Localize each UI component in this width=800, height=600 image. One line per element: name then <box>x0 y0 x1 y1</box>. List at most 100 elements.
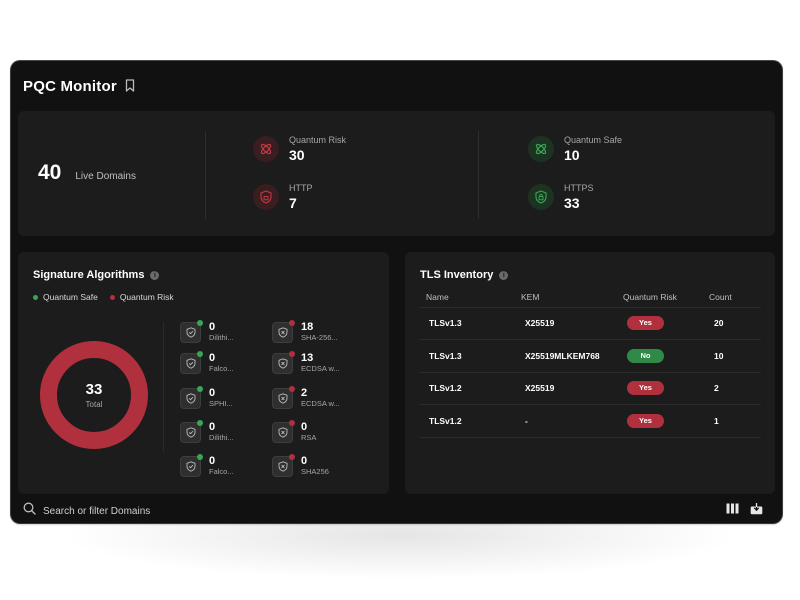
status-dot-risk <box>289 350 295 357</box>
status-dot-safe <box>197 350 203 357</box>
shield-icon <box>180 419 203 443</box>
column-header-name[interactable]: Name <box>419 288 521 308</box>
algo-name: ECDSA w... <box>301 399 340 408</box>
status-dot-safe <box>197 319 203 326</box>
cell-name: TLSv1.2 <box>419 404 521 438</box>
stats-divider <box>478 131 479 219</box>
cell-name: TLSv1.3 <box>419 307 521 340</box>
window-header: PQC Monitor <box>23 75 137 97</box>
cell-name: TLSv1.2 <box>419 372 521 405</box>
algo-item-safe[interactable]: 0 Dilithi... <box>180 319 234 343</box>
algo-count: 0 <box>301 421 308 433</box>
algo-count: 0 <box>301 455 308 467</box>
shield-x-icon <box>272 419 295 443</box>
cell-kem: X25519 <box>521 372 623 405</box>
algo-item-safe[interactable]: 0 Dilithi... <box>180 419 234 443</box>
quantum-risk-value: 30 <box>289 147 305 163</box>
shield-icon <box>180 319 203 343</box>
table-row[interactable]: TLSv1.2 - Yes 1 <box>419 404 761 438</box>
https-value: 33 <box>564 195 580 211</box>
algo-item-safe[interactable]: 0 Falco... <box>180 453 234 477</box>
shield-x-icon <box>272 453 295 477</box>
search-icon[interactable] <box>23 502 36 520</box>
donut-total: 33 <box>85 381 103 398</box>
algo-name: Dilithi... <box>209 333 234 342</box>
http-stat: HTTP 7 <box>253 183 313 211</box>
tls-table: Name KEM Quantum Risk Count TLSv1.3 X255… <box>419 288 761 438</box>
table-row[interactable]: TLSv1.2 X25519 Yes 2 <box>419 372 761 405</box>
algo-count: 2 <box>301 387 308 399</box>
status-dot-risk <box>289 419 295 426</box>
algo-count: 0 <box>209 352 216 364</box>
algo-count: 18 <box>301 321 314 333</box>
signature-title-text: Signature Algorithms <box>33 269 145 281</box>
cell-name: TLSv1.3 <box>419 339 521 373</box>
algo-name: Falco... <box>209 467 234 476</box>
footer-tools <box>726 503 764 515</box>
columns-icon[interactable] <box>726 503 740 515</box>
cell-risk: Yes <box>623 307 709 340</box>
cell-kem: - <box>521 404 623 438</box>
table-header-row: Name KEM Quantum Risk Count <box>419 288 761 308</box>
algo-item-risk[interactable]: 0 RSA <box>272 419 317 443</box>
bookmark-icon[interactable] <box>125 79 137 93</box>
legend-quantum-risk: Quantum Risk <box>109 292 174 302</box>
column-header-quantum-risk[interactable]: Quantum Risk <box>623 288 709 308</box>
signature-title: Signature Algorithms i <box>33 269 160 281</box>
table-row[interactable]: TLSv1.3 X25519MLKEM768 No 10 <box>419 339 761 373</box>
cell-count: 10 <box>709 339 761 373</box>
tls-inventory-panel: TLS Inventory i Name KEM Quantum Risk Co… <box>405 252 775 494</box>
live-domains-count: 40 <box>38 161 62 184</box>
signature-legend: Quantum Safe Quantum Risk <box>33 292 174 302</box>
algo-item-risk[interactable]: 18 SHA-256... <box>272 319 338 343</box>
export-icon[interactable] <box>750 503 764 515</box>
donut-center: 33 Total <box>40 341 148 449</box>
quantum-safe-value: 10 <box>564 147 580 163</box>
algo-item-risk[interactable]: 0 SHA256 <box>272 453 329 477</box>
risk-badge: No <box>627 348 664 363</box>
cell-risk: No <box>623 339 709 373</box>
algo-item-risk[interactable]: 2 ECDSA w... <box>272 385 340 409</box>
app-title: PQC Monitor <box>23 77 117 95</box>
algo-name: SHA256 <box>301 467 329 476</box>
shield-icon <box>180 453 203 477</box>
unlocked-shield-icon <box>253 184 279 210</box>
shield-icon <box>180 385 203 409</box>
tls-title-text: TLS Inventory <box>420 269 494 281</box>
algo-name: RSA <box>301 433 317 442</box>
algo-name: Falco... <box>209 364 234 373</box>
cell-kem: X25519 <box>521 307 623 340</box>
footer-bar <box>11 497 782 523</box>
donut-total-label: Total <box>85 400 103 409</box>
cell-count: 2 <box>709 372 761 405</box>
algo-count: 13 <box>301 352 314 364</box>
shield-x-icon <box>272 319 295 343</box>
info-icon[interactable]: i <box>150 270 160 280</box>
algo-name: SHA-256... <box>301 333 338 342</box>
http-label: HTTP <box>289 183 313 193</box>
live-domains-label: Live Domains <box>75 171 136 182</box>
stats-panel: 40 Live Domains Quantum Risk 30 HTTP 7 Q… <box>18 111 775 236</box>
shield-x-icon <box>272 350 295 374</box>
column-header-kem[interactable]: KEM <box>521 288 623 308</box>
algo-item-risk[interactable]: 13 ECDSA w... <box>272 350 340 374</box>
search-input[interactable] <box>43 505 283 517</box>
app-window: PQC Monitor 40 Live Domains Quantum Risk… <box>11 61 782 523</box>
status-dot-risk <box>289 319 295 326</box>
signature-divider <box>163 322 164 452</box>
column-header-count[interactable]: Count <box>709 288 761 308</box>
algo-item-safe[interactable]: 0 SPHI... <box>180 385 233 409</box>
algo-count: 0 <box>209 421 216 433</box>
cell-count: 1 <box>709 404 761 438</box>
quantum-safe-icon <box>528 136 554 162</box>
quantum-safe-stat: Quantum Safe 10 <box>528 135 622 163</box>
info-icon[interactable]: i <box>499 270 509 280</box>
quantum-safe-label: Quantum Safe <box>564 135 623 145</box>
algo-item-safe[interactable]: 0 Falco... <box>180 350 234 374</box>
stats-divider <box>205 131 206 219</box>
cell-kem: X25519MLKEM768 <box>521 339 623 373</box>
table-row[interactable]: TLSv1.3 X25519 Yes 20 <box>419 307 761 340</box>
status-dot-safe <box>197 453 203 460</box>
shield-icon <box>180 350 203 374</box>
search-bar <box>23 502 283 520</box>
